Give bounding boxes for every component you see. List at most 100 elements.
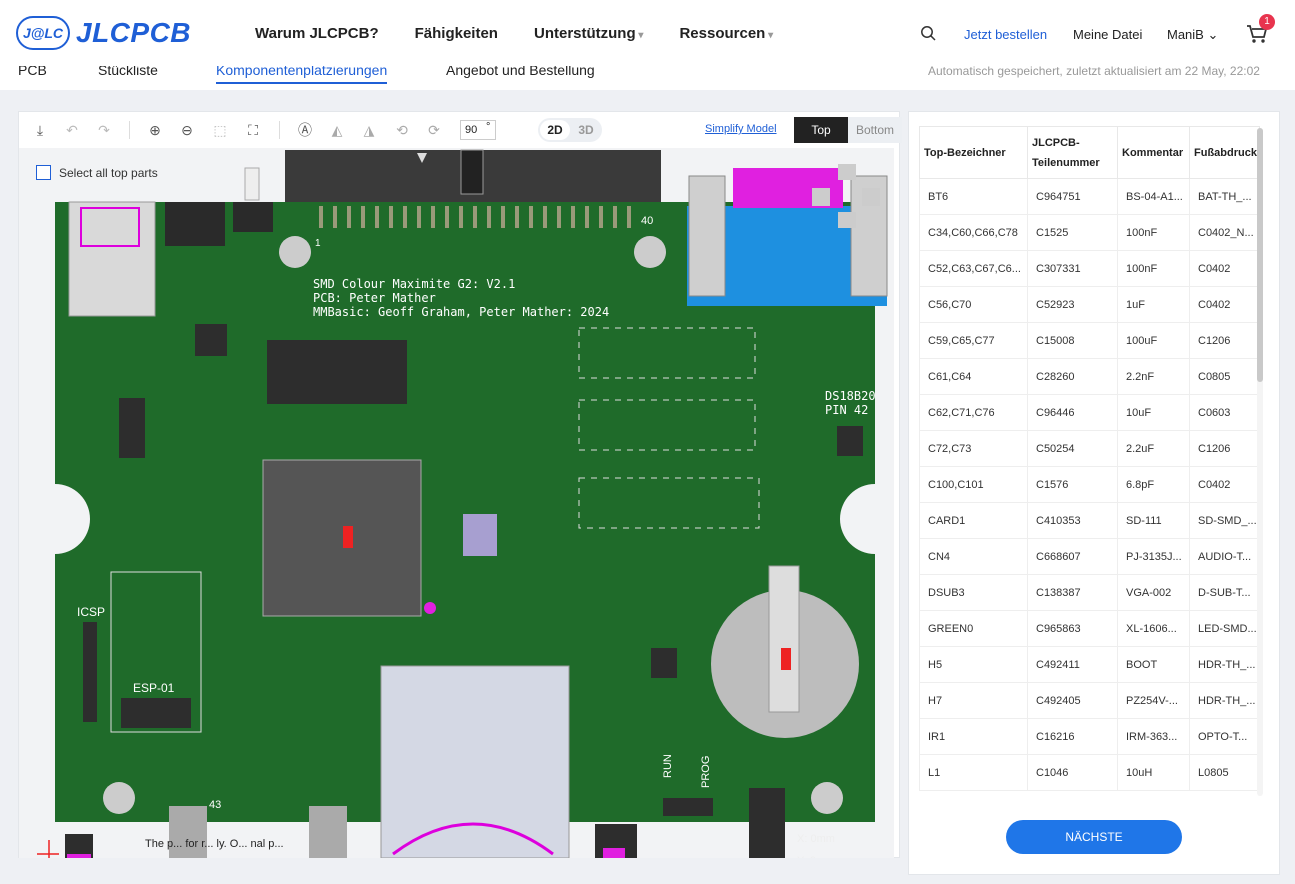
- nav-down-arrow[interactable]: [838, 212, 856, 228]
- table-row[interactable]: IR1 C16216 IRM-363... OPTO-T...: [919, 718, 1260, 755]
- table-row[interactable]: L1 C1046 10uH L0805: [919, 754, 1260, 791]
- cell-part-number: C492405: [1027, 682, 1118, 719]
- cell-footprint: C1206: [1189, 430, 1260, 467]
- cursor-coordinates: X: 0mm Y: 0mm: [797, 828, 835, 858]
- toolbar-divider: [279, 121, 280, 139]
- table-row[interactable]: C34,C60,C66,C78 C1525 100nF C0402_N...: [919, 214, 1260, 251]
- side-bottom-button[interactable]: Bottom: [848, 117, 902, 143]
- rotate-ccw-icon[interactable]: ⟲: [393, 121, 411, 139]
- table-row[interactable]: C72,C73 C50254 2.2uF C1206: [919, 430, 1260, 467]
- cell-part-number: C1046: [1027, 754, 1118, 791]
- cell-footprint: D-SUB-T...: [1189, 574, 1260, 611]
- table-row[interactable]: C100,C101 C1576 6.8pF C0402: [919, 466, 1260, 503]
- nav-left-arrow[interactable]: [812, 188, 830, 206]
- next-button[interactable]: NÄCHSTE: [1006, 820, 1182, 854]
- board-title-1: SMD Colour Maximite G2: V2.1: [313, 277, 515, 291]
- table-row[interactable]: C59,C65,C77 C15008 100uF C1206: [919, 322, 1260, 359]
- col-footprint[interactable]: Fußabdruck: [1189, 126, 1260, 179]
- cell-comment: 2.2uF: [1117, 430, 1190, 467]
- col-comment[interactable]: Kommentar: [1117, 126, 1190, 179]
- text-select-icon[interactable]: Ⓐ: [296, 121, 314, 139]
- flip-horizontal-icon[interactable]: ◭: [328, 121, 346, 139]
- mode-2d-button[interactable]: 2D: [540, 120, 570, 140]
- coord-x: X: 0mm: [797, 833, 835, 845]
- cell-designator: H5: [919, 646, 1028, 683]
- table-row[interactable]: H5 C492411 BOOT HDR-TH_...: [919, 646, 1260, 683]
- icsp-header: [83, 622, 97, 722]
- table-row[interactable]: C61,C64 C28260 2.2nF C0805: [919, 358, 1260, 395]
- chip-u19: [651, 648, 677, 678]
- cell-comment: 100uF: [1117, 322, 1190, 359]
- table-row[interactable]: C62,C71,C76 C96446 10uF C0603: [919, 394, 1260, 431]
- cell-part-number: C668607: [1027, 538, 1118, 575]
- jlcpcb-logo[interactable]: J@LC JLCPCB: [16, 16, 191, 50]
- zoom-in-icon[interactable]: ⊕: [146, 121, 164, 139]
- select-all-checkbox[interactable]: [36, 165, 51, 180]
- rotate-cw-icon[interactable]: ⟳: [425, 121, 443, 139]
- cell-comment: SD-111: [1117, 502, 1190, 539]
- undo-icon[interactable]: ↶: [63, 121, 81, 139]
- cell-comment: VGA-002: [1117, 574, 1190, 611]
- switch-cap: [244, 167, 260, 201]
- cell-designator: L1: [919, 754, 1028, 791]
- pcb-board-render[interactable]: SMD Colour Maximite G2: V2.1 PCB: Peter …: [19, 148, 894, 858]
- cell-designator: C62,C71,C76: [919, 394, 1028, 431]
- user-menu[interactable]: ManiB ⌄: [1167, 27, 1218, 43]
- cell-designator: CARD1: [919, 502, 1028, 539]
- top-header: J@LC JLCPCB Warum JLCPCB? Fähigkeiten Un…: [0, 0, 1295, 66]
- side-top-button[interactable]: Top: [794, 117, 848, 143]
- cell-designator: C52,C63,C67,C6...: [919, 250, 1028, 287]
- cell-comment: BS-04-A1...: [1117, 178, 1190, 215]
- mirror-icon[interactable]: ◮: [360, 121, 378, 139]
- nav-why-jlcpcb[interactable]: Warum JLCPCB?: [255, 25, 379, 42]
- fit-view-icon[interactable]: ⛶: [244, 121, 262, 139]
- redo-icon[interactable]: ↷: [95, 121, 113, 139]
- cell-footprint: HDR-TH_...: [1189, 682, 1260, 719]
- parts-panel: Top-Bezeichner JLCPCB-Teilenummer Kommen…: [908, 111, 1280, 875]
- silk-pin42: PIN 42: [825, 403, 868, 417]
- table-row[interactable]: CN4 C668607 PJ-3135J... AUDIO-T...: [919, 538, 1260, 575]
- cell-designator: C56,C70: [919, 286, 1028, 323]
- table-row[interactable]: C56,C70 C52923 1uF C0402: [919, 286, 1260, 323]
- battery-clip: [768, 565, 800, 713]
- order-now-link[interactable]: Jetzt bestellen: [964, 27, 1047, 42]
- silk-run: RUN: [662, 754, 674, 778]
- cell-comment: 100nF: [1117, 250, 1190, 287]
- cell-comment: PZ254V-...: [1117, 682, 1190, 719]
- logo-badge: J@LC: [16, 16, 70, 50]
- cell-part-number: C50254: [1027, 430, 1118, 467]
- col-designator[interactable]: Top-Bezeichner: [919, 126, 1028, 179]
- nav-capabilities[interactable]: Fähigkeiten: [415, 25, 498, 42]
- cell-designator: C34,C60,C66,C78: [919, 214, 1028, 251]
- zoom-out-icon[interactable]: ⊖: [178, 121, 196, 139]
- cell-part-number: C96446: [1027, 394, 1118, 431]
- nav-up-arrow[interactable]: [838, 164, 856, 180]
- mode-3d-button[interactable]: 3D: [572, 120, 600, 140]
- nav-right-arrow[interactable]: [862, 188, 880, 206]
- silk-43: 43: [209, 799, 221, 811]
- zoom-area-icon[interactable]: ⬚: [211, 121, 229, 139]
- pcb-canvas[interactable]: Select all top parts SMD Colour Maximite…: [19, 148, 894, 858]
- table-row[interactable]: H7 C492405 PZ254V-... HDR-TH_...: [919, 682, 1260, 719]
- table-row[interactable]: DSUB3 C138387 VGA-002 D-SUB-T...: [919, 574, 1260, 611]
- table-row[interactable]: CARD1 C410353 SD-111 SD-SMD_...: [919, 502, 1260, 539]
- parts-table: Top-Bezeichner JLCPCB-Teilenummer Kommen…: [919, 126, 1260, 791]
- nav-resources[interactable]: Ressourcen: [679, 25, 773, 42]
- nav-support[interactable]: Unterstützung: [534, 25, 643, 42]
- mount-hole: [103, 782, 135, 814]
- my-files-link[interactable]: Meine Datei: [1073, 27, 1142, 42]
- viewer-toolbar: ⤓ ↶ ↷ ⊕ ⊖ ⬚ ⛶ Ⓐ ◭ ◮ ⟲ ⟳ 90 ° 2D 3D Simpl…: [19, 112, 902, 148]
- rotation-angle-input[interactable]: 90 °: [460, 120, 496, 140]
- col-part-number[interactable]: JLCPCB-Teilenummer: [1027, 126, 1118, 179]
- table-scrollbar-thumb[interactable]: [1257, 128, 1263, 382]
- download-icon[interactable]: ⤓: [31, 121, 49, 139]
- cell-part-number: C138387: [1027, 574, 1118, 611]
- table-row[interactable]: BT6 C964751 BS-04-A1... BAT-TH_...: [919, 178, 1260, 215]
- table-row[interactable]: GREEN0 C965863 XL-1606... LED-SMD...: [919, 610, 1260, 647]
- search-icon[interactable]: [920, 25, 936, 41]
- table-row[interactable]: C52,C63,C67,C6... C307331 100nF C0402: [919, 250, 1260, 287]
- simplify-model-link[interactable]: Simplify Model: [705, 123, 777, 135]
- audio-jack: [309, 806, 347, 858]
- cell-designator: IR1: [919, 718, 1028, 755]
- select-all-top-parts[interactable]: Select all top parts: [36, 165, 158, 180]
